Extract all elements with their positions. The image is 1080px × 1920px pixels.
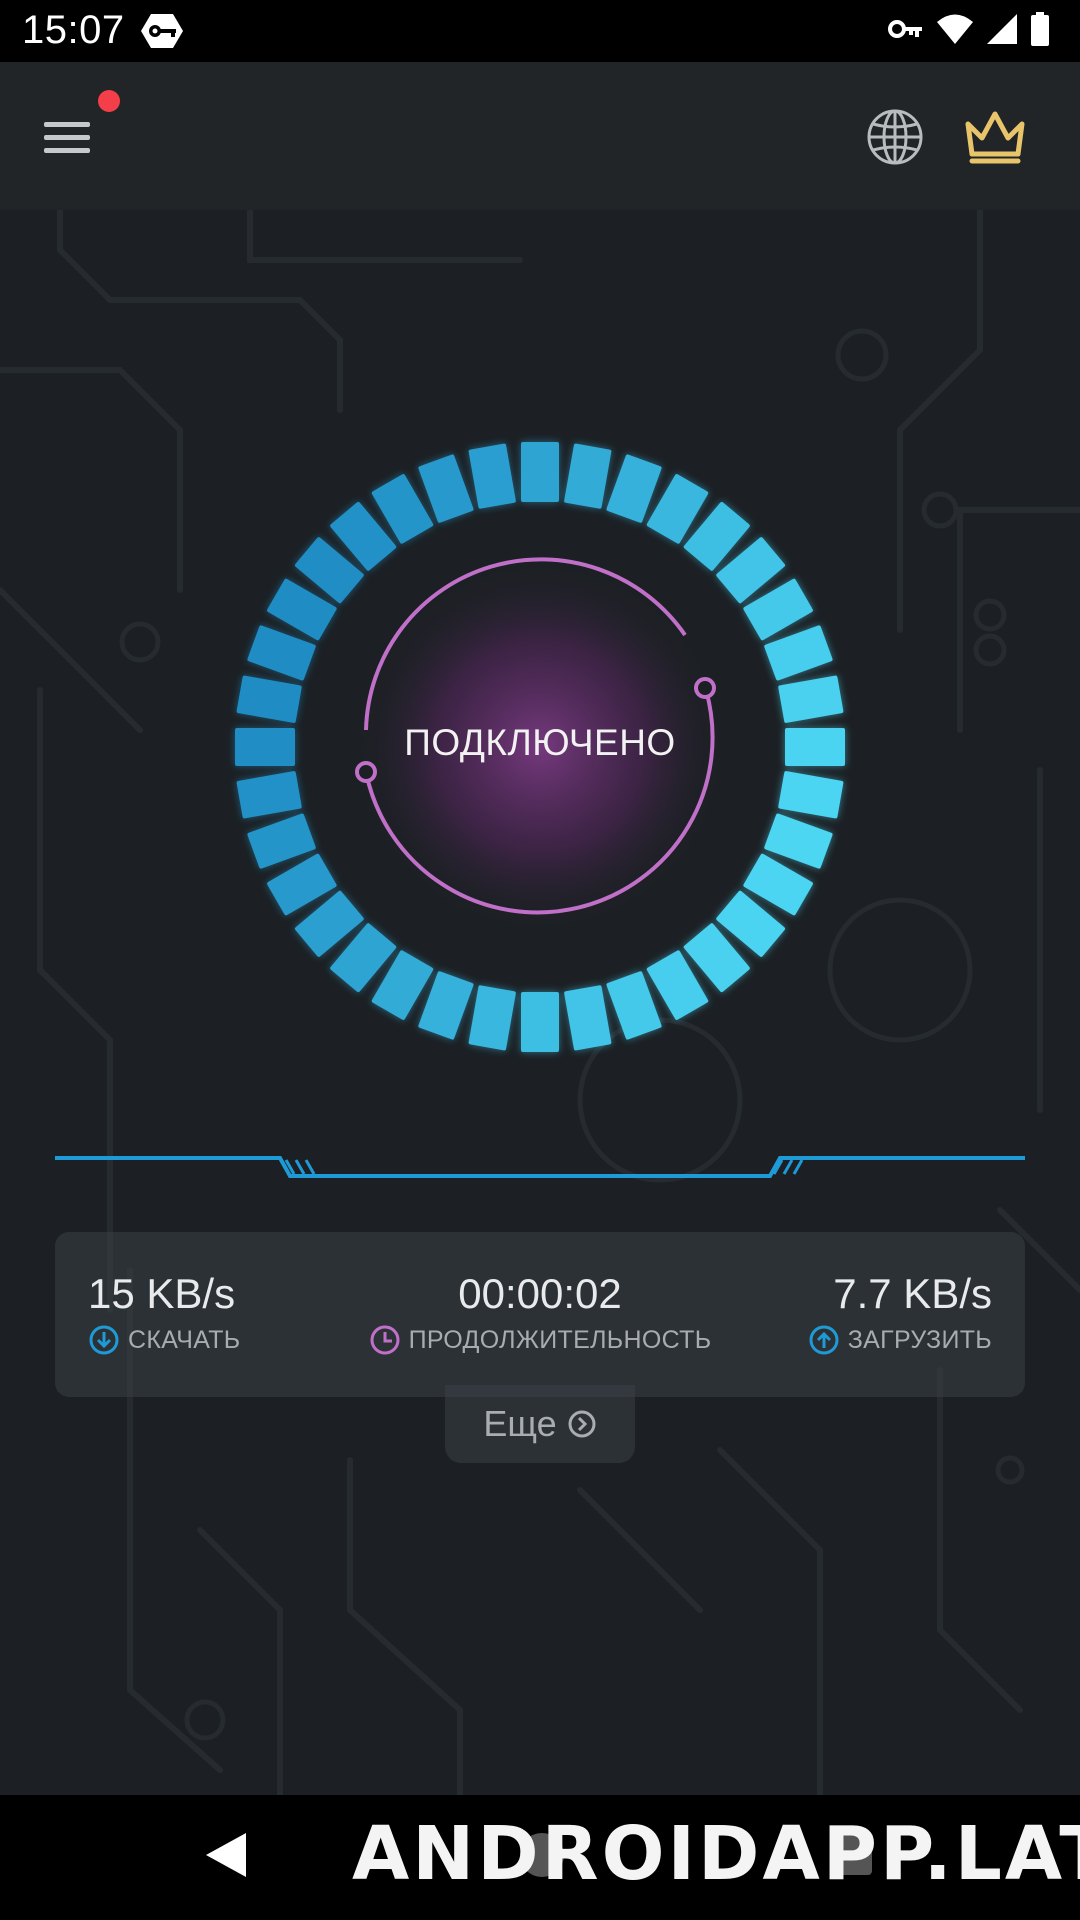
dial-arc-handle-left <box>355 761 377 783</box>
dial-arc-handle-right <box>694 677 716 699</box>
clock-icon <box>370 1325 400 1355</box>
main-area: ПОДКЛЮЧЕНО 15 KB/s СКАЧАТЬ 00:00:02 ПРОД… <box>0 210 1080 1795</box>
cell-signal-icon <box>986 13 1018 50</box>
dial-segment <box>235 728 295 766</box>
chevron-circle-right-icon <box>568 1410 596 1438</box>
connection-status-text: ПОДКЛЮЧЕНО <box>404 722 676 763</box>
dial-segment <box>468 985 516 1051</box>
system-nav-bar: ANDROIDAPP.LAT <box>0 1795 1080 1920</box>
status-time: 15:07 <box>22 8 125 52</box>
back-icon[interactable] <box>200 1829 250 1881</box>
dial-segment <box>564 985 612 1051</box>
vpn-key-badge-icon <box>140 12 184 55</box>
dial-segment <box>468 443 516 509</box>
upload-speed: 7.7 KB/s <box>833 1270 992 1317</box>
dial-segment <box>236 771 302 819</box>
wifi-icon <box>936 13 974 50</box>
status-bar: 15:07 <box>0 0 1080 62</box>
stats-panel: 15 KB/s СКАЧАТЬ 00:00:02 ПРОДОЛЖИТЕЛЬНОС… <box>55 1232 1025 1397</box>
premium-crown-button[interactable] <box>960 106 1030 168</box>
dial-segment <box>785 728 845 766</box>
globe-button[interactable] <box>864 106 926 168</box>
divider-line <box>55 1156 1025 1178</box>
dial-segment <box>778 771 844 819</box>
watermark: ANDROIDAPP.LAT <box>352 1811 1080 1897</box>
status-icons <box>888 12 1050 51</box>
dial-segment <box>236 675 302 723</box>
notification-dot <box>98 90 120 112</box>
hamburger-line <box>44 148 90 153</box>
connection-dial[interactable] <box>0 210 1080 1795</box>
globe-icon <box>867 109 923 165</box>
more-button[interactable]: Еще <box>445 1385 635 1463</box>
dial-segment <box>564 443 612 509</box>
menu-button[interactable] <box>38 114 100 164</box>
dial-segment <box>521 442 559 502</box>
hamburger-line <box>44 135 90 140</box>
dial-segment <box>521 992 559 1052</box>
crown-icon <box>965 111 1025 164</box>
upload-label-row: ЗАГРУЗИТЬ <box>808 1324 992 1356</box>
battery-icon <box>1030 12 1050 51</box>
app-bar <box>0 62 1080 210</box>
upload-label: ЗАГРУЗИТЬ <box>847 1325 992 1354</box>
key-icon <box>888 17 924 46</box>
duration-label: ПРОДОЛЖИТЕЛЬНОСТЬ <box>408 1325 712 1354</box>
dial-segment <box>778 675 844 723</box>
upload-arrow-icon <box>809 1325 839 1355</box>
more-label: Еще <box>483 1403 557 1444</box>
hamburger-menu-icon <box>44 122 90 127</box>
upload-stat: 7.7 KB/s ЗАГРУЗИТЬ <box>808 1270 992 1356</box>
